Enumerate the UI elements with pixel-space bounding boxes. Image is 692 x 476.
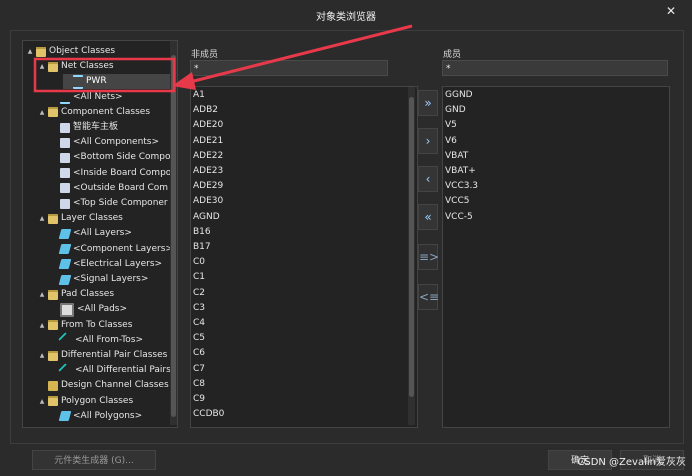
annotation-arrow-head bbox=[172, 72, 196, 90]
annotation-arrow-line bbox=[185, 24, 413, 85]
annotation-highlight-box bbox=[33, 57, 176, 93]
annotation-overlay bbox=[33, 24, 413, 93]
